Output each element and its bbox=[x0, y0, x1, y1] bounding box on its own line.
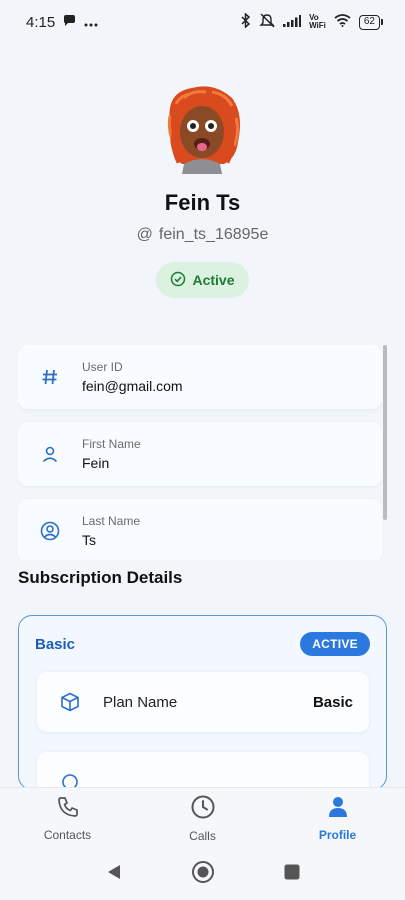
check-circle-icon bbox=[170, 271, 186, 290]
user-id-value: fein@gmail.com bbox=[82, 378, 183, 394]
back-icon[interactable] bbox=[105, 863, 123, 886]
nav-calls-label: Calls bbox=[189, 829, 216, 843]
username-row: @ fein_ts_16895e bbox=[0, 226, 405, 244]
nav-calls[interactable]: Calls bbox=[135, 788, 270, 849]
status-time: 4:15 bbox=[26, 13, 56, 31]
status-label: Active bbox=[192, 272, 235, 288]
wifi-icon bbox=[334, 14, 351, 30]
last-name-label: Last Name bbox=[82, 514, 141, 528]
home-icon[interactable] bbox=[191, 860, 215, 889]
bottom-nav: Contacts Calls Profile bbox=[0, 787, 405, 849]
clock-icon bbox=[190, 794, 216, 823]
hash-icon bbox=[18, 368, 82, 386]
first-name-value: Fein bbox=[82, 455, 110, 471]
first-name-card: First Name Fein bbox=[18, 422, 382, 486]
nav-profile[interactable]: Profile bbox=[270, 788, 405, 849]
battery-level: 62 bbox=[358, 14, 380, 30]
message-icon bbox=[63, 14, 76, 31]
user-id-card: User ID fein@gmail.com bbox=[18, 345, 382, 409]
profile-nav-icon bbox=[326, 795, 350, 822]
subscription-row-partial bbox=[37, 752, 369, 789]
mute-icon bbox=[259, 13, 275, 31]
plan-name-value: Basic bbox=[312, 693, 353, 711]
last-name-card: Last Name Ts bbox=[18, 499, 382, 560]
profile-avatar[interactable] bbox=[162, 82, 244, 174]
status-bar: 4:15 Vo WiFi 62 bbox=[0, 0, 405, 44]
bluetooth-icon bbox=[241, 12, 251, 31]
cube-icon bbox=[37, 692, 103, 712]
phone-icon bbox=[56, 795, 80, 822]
active-status-pill: Active bbox=[156, 262, 249, 298]
person-circle-icon bbox=[18, 521, 82, 541]
user-id-label: User ID bbox=[82, 360, 123, 374]
subscription-card[interactable]: Basic ACTIVE Plan Name Basic bbox=[18, 615, 387, 790]
profile-info-list[interactable]: User ID fein@gmail.com First Name Fein L… bbox=[18, 345, 382, 560]
more-notifications-icon bbox=[84, 14, 98, 31]
at-icon: @ bbox=[136, 226, 153, 243]
first-name-label: First Name bbox=[82, 437, 141, 451]
nav-contacts-label: Contacts bbox=[43, 828, 92, 842]
nav-profile-label: Profile bbox=[318, 828, 357, 842]
vowifi-icon: Vo WiFi bbox=[309, 13, 326, 30]
battery-icon: 62 bbox=[358, 14, 383, 30]
plan-name-label: Plan Name bbox=[103, 693, 178, 711]
last-name-value: Ts bbox=[82, 532, 96, 548]
username-text: fein_ts_16895e bbox=[158, 226, 269, 243]
subscription-section-title: Subscription Details bbox=[18, 568, 183, 587]
system-nav-bar bbox=[0, 849, 405, 900]
recents-icon[interactable] bbox=[283, 863, 301, 886]
plan-title: Basic bbox=[35, 636, 76, 653]
subscription-status-badge: ACTIVE bbox=[300, 632, 370, 656]
profile-name: Fein Ts bbox=[164, 190, 241, 215]
signal-icon bbox=[283, 14, 302, 30]
scrollbar[interactable] bbox=[383, 345, 387, 520]
nav-contacts[interactable]: Contacts bbox=[0, 788, 135, 849]
plan-name-row: Plan Name Basic bbox=[37, 672, 369, 732]
person-icon bbox=[18, 445, 82, 463]
